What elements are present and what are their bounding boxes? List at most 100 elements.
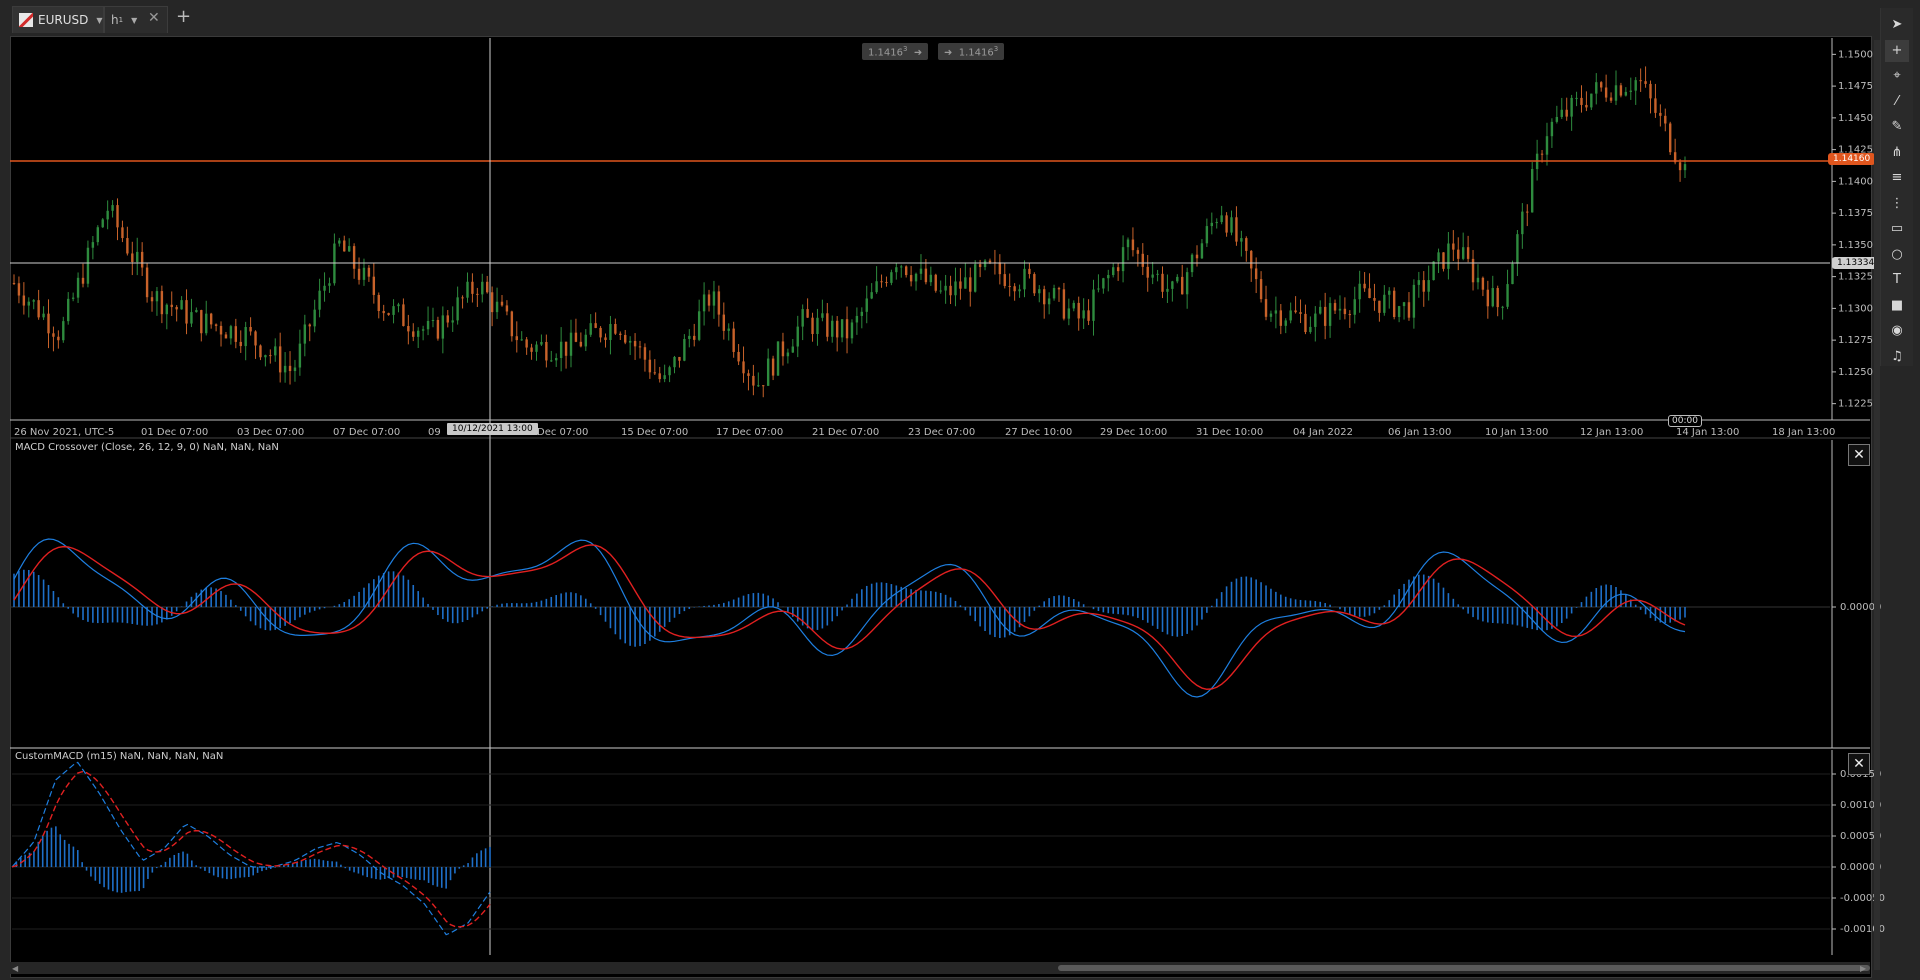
candle-body: [1516, 234, 1519, 264]
candle-body: [737, 351, 740, 362]
candle-body: [880, 281, 883, 283]
candle-body: [796, 326, 799, 347]
candle-body: [599, 327, 602, 338]
candle-body: [1461, 247, 1465, 259]
candle-body: [1496, 288, 1499, 308]
scroll-left-icon[interactable]: ◀: [12, 964, 18, 973]
zoom-icon[interactable]: ⌖: [1885, 65, 1909, 87]
chart-canvas[interactable]: 1.15001.14751.14501.14251.14001.13751.13…: [0, 0, 1920, 980]
candle-body: [1121, 247, 1125, 272]
candle-body: [160, 291, 164, 315]
fork-icon[interactable]: ⋔: [1885, 142, 1909, 164]
price-tick-label: 1.1275: [1838, 335, 1873, 346]
candle-body: [1333, 303, 1337, 311]
candle-body: [140, 251, 144, 268]
candle-body: [1156, 273, 1159, 275]
time-label: 26 Nov 2021, UTC-5: [14, 427, 114, 438]
sell-quote[interactable]: 1.14163 ➜: [862, 43, 929, 61]
pen-icon[interactable]: ✎: [1885, 116, 1909, 138]
candle-body: [875, 281, 878, 293]
candle-body: [1447, 243, 1450, 269]
fib-icon[interactable]: ≡: [1885, 167, 1909, 189]
candle-body: [387, 313, 390, 315]
price-tick-label: 1.1250: [1838, 367, 1873, 378]
candle-body: [402, 304, 405, 327]
line-icon[interactable]: ⁄: [1885, 91, 1909, 113]
candle-body: [515, 336, 518, 341]
candle-body: [1417, 280, 1421, 285]
candle-body: [155, 291, 159, 302]
bell-icon[interactable]: ♫: [1885, 346, 1909, 368]
candle-body: [717, 291, 721, 315]
candle-body: [190, 312, 193, 324]
time-label: 12 Jan 13:00: [1580, 427, 1643, 438]
cursor-icon[interactable]: ➤: [1885, 14, 1909, 36]
candle-body: [1131, 239, 1135, 251]
candle-body: [1003, 274, 1006, 286]
candle-body: [1200, 243, 1204, 259]
scroll-right-icon[interactable]: ▶: [1860, 964, 1866, 973]
candle-body: [219, 325, 223, 335]
candle-body: [988, 260, 992, 263]
candle-body: [367, 267, 371, 277]
candle-body: [1279, 310, 1283, 326]
candle-body: [909, 275, 913, 282]
rectangle-icon[interactable]: ▭: [1885, 218, 1909, 240]
close-pane-icon[interactable]: ✕: [1848, 444, 1870, 466]
camera-icon[interactable]: ◉: [1885, 320, 1909, 342]
candle-body: [1230, 217, 1233, 233]
candle-body: [1107, 275, 1110, 279]
candle-body: [520, 339, 523, 341]
candle-body: [392, 306, 395, 315]
crosshair-icon[interactable]: +: [1885, 39, 1909, 62]
candle-body: [1481, 277, 1485, 290]
candle-body: [1614, 85, 1618, 101]
candle-body: [1102, 278, 1105, 289]
candle-body: [407, 326, 410, 332]
time-label: 04 Jan 2022: [1293, 427, 1353, 438]
candle-body: [362, 267, 366, 280]
macd-pane-title: MACD Crossover (Close, 26, 12, 9, 0) NaN…: [15, 442, 279, 453]
candle-body: [510, 311, 514, 337]
text-icon[interactable]: T: [1885, 269, 1909, 291]
scrollbar-thumb[interactable]: [1058, 965, 1870, 971]
candle-body: [1166, 288, 1169, 292]
candle-body: [1092, 289, 1095, 321]
grid-icon[interactable]: ⋮: [1885, 193, 1909, 215]
candle-body: [1112, 267, 1115, 276]
candle-body: [505, 305, 509, 312]
circle-icon[interactable]: ○: [1885, 244, 1909, 266]
price-tick-label: 1.1325: [1838, 272, 1873, 283]
candle-body: [1501, 306, 1504, 308]
candle-body: [1570, 97, 1573, 117]
candle-body: [722, 314, 726, 331]
candle-body: [12, 282, 16, 284]
candle-body: [1028, 268, 1031, 275]
candle-body: [1595, 82, 1598, 94]
candle-body: [234, 326, 238, 342]
candle-body: [254, 331, 257, 346]
candle-body: [1580, 97, 1583, 105]
buy-quote[interactable]: ➜ 1.14163: [938, 43, 1005, 61]
close-pane-icon[interactable]: ✕: [1848, 753, 1870, 775]
candle-body: [47, 313, 50, 334]
candle-body: [826, 313, 829, 337]
candle-body: [890, 272, 893, 283]
candle-body: [308, 324, 311, 327]
candle-body: [490, 292, 494, 313]
candle-body: [1644, 81, 1647, 84]
candle-body: [1033, 274, 1036, 294]
candle-body: [1319, 306, 1322, 314]
candle-body: [476, 293, 479, 295]
candle-body: [900, 266, 903, 268]
candle-body: [431, 319, 435, 321]
candle-body: [638, 346, 642, 348]
candle-body: [1545, 136, 1549, 155]
candle-body: [1511, 263, 1514, 285]
fill-icon[interactable]: ■: [1885, 295, 1909, 317]
candle-body: [451, 320, 454, 323]
candle-body: [495, 301, 499, 313]
candle-body: [22, 295, 26, 306]
candle-body: [1038, 289, 1041, 294]
candle-body: [574, 332, 578, 342]
